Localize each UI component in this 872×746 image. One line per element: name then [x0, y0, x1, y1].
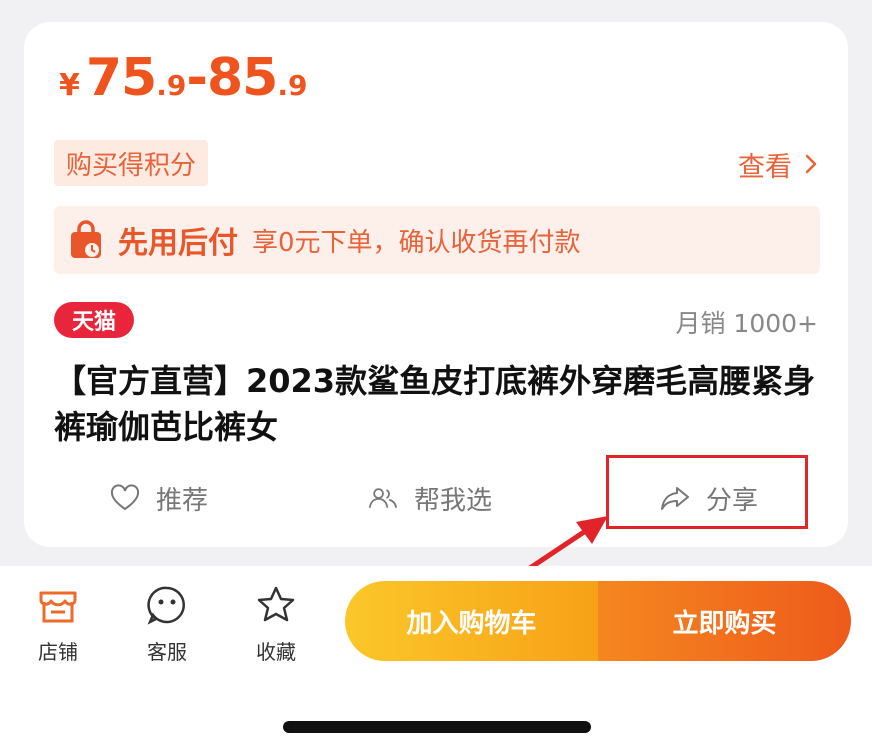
price-min-major: 75 [85, 48, 157, 108]
product-title: 【官方直营】2023款鲨鱼皮打底裤外穿磨毛高腰紧身裤瑜伽芭比裤女 [54, 362, 816, 446]
store-icon [39, 591, 77, 623]
nav-favorite[interactable]: 收藏 [236, 584, 316, 665]
help-me-choose-button[interactable]: 帮我选 [368, 474, 492, 522]
points-tag: 购买得积分 [54, 140, 209, 186]
nav-service[interactable]: 客服 [127, 584, 207, 665]
view-points-link[interactable]: 查看 [738, 144, 818, 184]
price-max-major: 85 [206, 48, 278, 108]
buy-now-button[interactable]: 立即购买 [598, 581, 851, 661]
nav-favorite-label: 收藏 [256, 640, 296, 664]
bottom-action-bar: 店铺 客服 收藏 加入购物车 立即购买 [0, 566, 872, 746]
recommend-button[interactable]: 推荐 [110, 474, 208, 522]
chevron-right-icon [805, 154, 817, 174]
nav-store-label: 店铺 [38, 640, 78, 664]
price-max-minor: .9 [277, 69, 308, 102]
recommend-label: 推荐 [156, 485, 209, 516]
price-range: ¥ 75 .9 - 85 .9 [59, 52, 307, 104]
help-me-choose-label: 帮我选 [414, 485, 493, 516]
view-points-label: 查看 [738, 151, 792, 183]
people-icon [368, 488, 398, 508]
shopping-bag-icon [71, 220, 101, 258]
monthly-sales: 月销 1000+ [675, 309, 818, 338]
pay-later-title: 先用后付 [118, 226, 238, 261]
home-indicator[interactable] [283, 721, 591, 733]
price-separator: - [186, 48, 208, 108]
share-highlight-box [606, 455, 808, 529]
nav-store[interactable]: 店铺 [18, 584, 98, 665]
pay-later-desc: 享0元下单，确认收货再付款 [252, 227, 581, 258]
service-face-icon [147, 586, 185, 625]
price-min-minor: .9 [156, 69, 187, 102]
purchase-button-group: 加入购物车 立即购买 [345, 581, 851, 661]
star-icon [257, 586, 295, 622]
tmall-badge: 天猫 [54, 302, 134, 338]
add-to-cart-button[interactable]: 加入购物车 [345, 581, 598, 661]
currency-symbol: ¥ [59, 68, 80, 103]
pay-later-banner[interactable]: 先用后付 享0元下单，确认收货再付款 [54, 206, 820, 274]
nav-service-label: 客服 [147, 640, 187, 664]
heart-icon [110, 484, 140, 511]
